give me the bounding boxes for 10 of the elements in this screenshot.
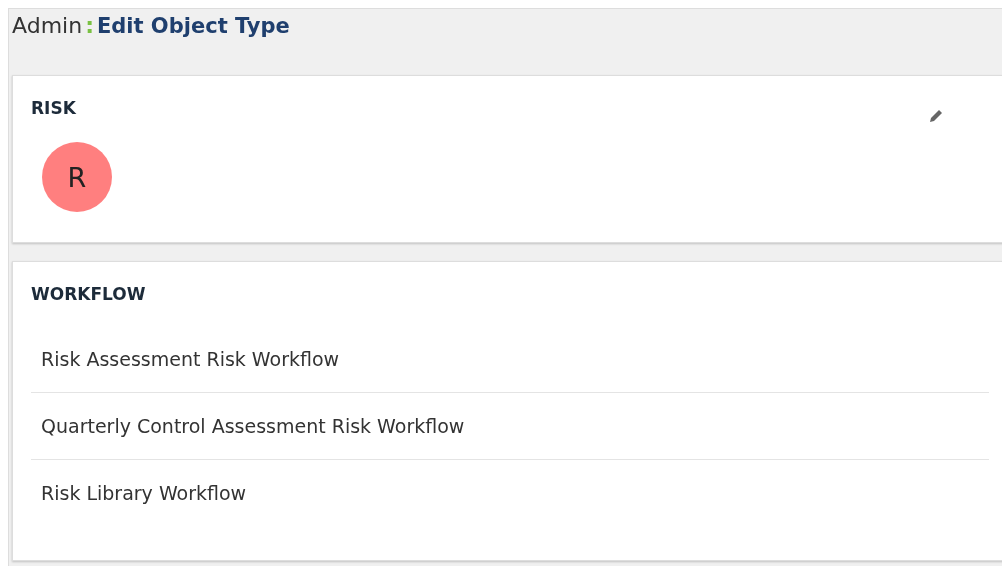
card-title: RISK [31,98,76,118]
breadcrumb-parent[interactable]: Admin [12,13,83,38]
page-title: Edit Object Type [96,14,290,38]
avatar: R [42,142,112,212]
card-title: WORKFLOW [31,284,146,304]
workflow-item[interactable]: Risk Library Workflow [31,460,989,526]
edit-icon[interactable] [927,107,945,125]
workflow-item[interactable]: Quarterly Control Assessment Risk Workflow [31,393,989,460]
workflow-item[interactable]: Risk Assessment Risk Workflow [31,326,989,393]
breadcrumb-separator: : [85,13,94,38]
